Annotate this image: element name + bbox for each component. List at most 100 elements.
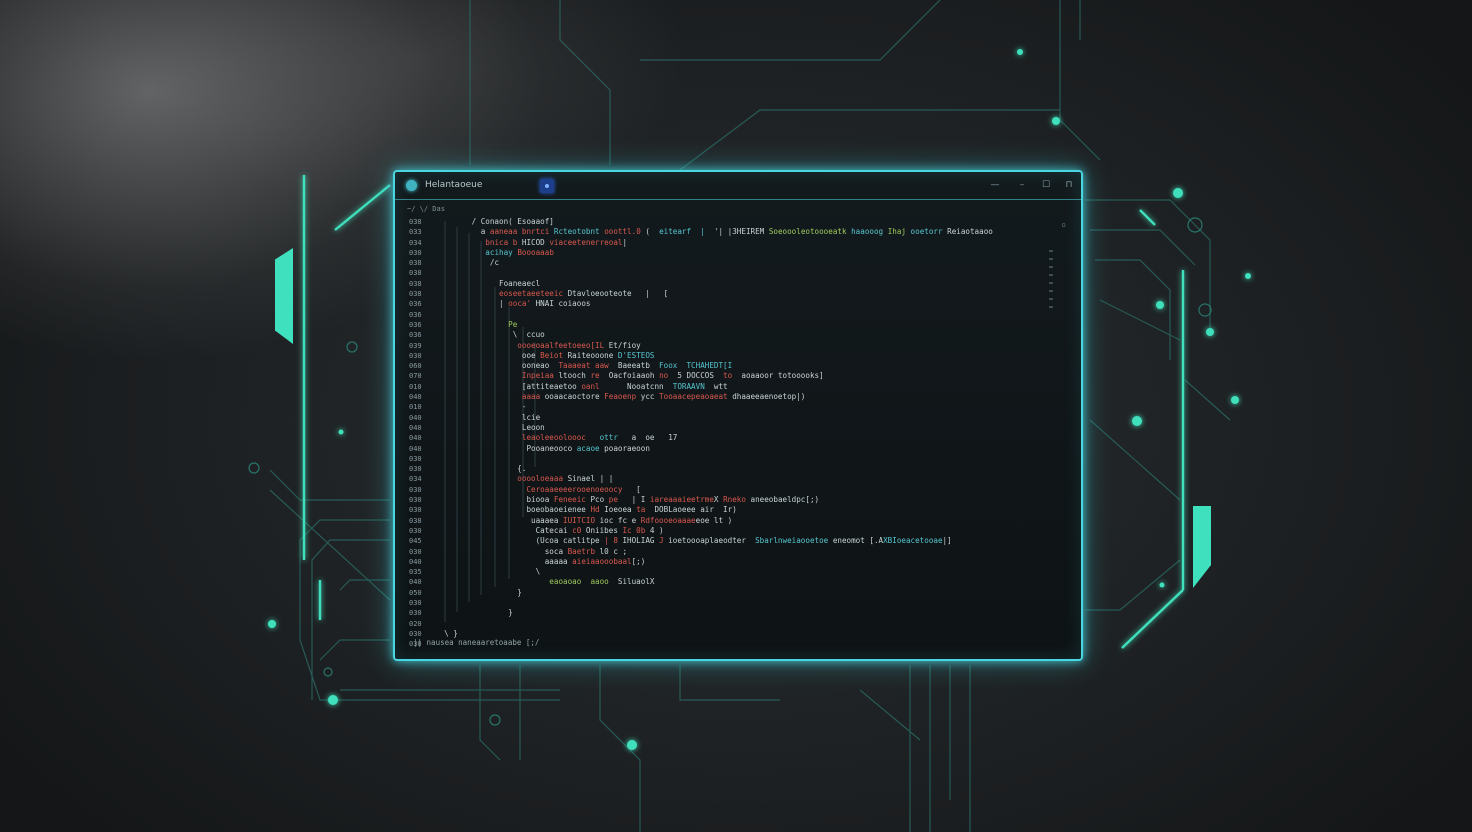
code-token: Sinael | | (567, 474, 614, 484)
code-editor-window[interactable]: Helantaoeue — – ☐ ⊓ ~/ \/ Das ▫ 038 033 03… (393, 170, 1083, 661)
code-token: ottr (599, 433, 632, 443)
minimize-button[interactable]: — (988, 179, 1002, 191)
code-token: Reiaotaaoo (947, 227, 993, 237)
title-bar[interactable]: Helantaoeue — – ☐ ⊓ (395, 172, 1081, 200)
code-line[interactable]: / Conaon( Esoaaof] (435, 217, 1075, 227)
code-line[interactable]: /c (435, 258, 1075, 268)
code-line[interactable]: acihay Boooaaab (435, 248, 1075, 258)
code-token: Dtavloeooteote | [ (567, 289, 669, 299)
code-line[interactable]: Pooaneooco acaoe poaoraeoon (435, 444, 1075, 454)
code-token: poaoraeoon (604, 443, 650, 453)
code-line[interactable]: Inpeiaa ltooch re Oacfoiaaoh no 5 DOCCOS… (435, 371, 1075, 381)
code-line[interactable]: lcie (435, 413, 1075, 423)
code-line[interactable] (435, 268, 1075, 278)
line-number: 040 (409, 423, 422, 432)
code-line[interactable]: - (435, 402, 1075, 412)
line-number: 070 (409, 372, 422, 381)
code-line[interactable]: Ceroaaeeeerooenoeoocy [ (435, 485, 1075, 495)
code-token: - (521, 402, 527, 412)
code-token: | (499, 299, 509, 309)
code-line[interactable]: boeobaoeienee Hd Ioeoea ta DOBLaoeee air… (435, 505, 1075, 515)
code-token: ioc fc e (599, 515, 641, 525)
code-line[interactable]: } (435, 608, 1075, 618)
line-number: 030 (409, 465, 422, 474)
code-line[interactable]: ooneao Taaaeat aaw Baeeatb Foox TCHAHEDT… (435, 361, 1075, 371)
code-line[interactable] (435, 598, 1075, 608)
code-token: DOBLaoeee (654, 505, 701, 515)
code-token: uaaaea (531, 515, 564, 525)
code-line[interactable]: aaaa ooaacaoctore Feaoenp ycc Tooaacepea… (435, 392, 1075, 402)
code-line[interactable] (435, 310, 1075, 320)
code-line[interactable]: ooe Beiot Raiteooone D'ESTEOS (435, 351, 1075, 361)
code-line[interactable]: \ (435, 567, 1075, 577)
code-line[interactable]: Pe (435, 320, 1075, 330)
code-line[interactable]: ooooloeaaa Sinael | | (435, 474, 1075, 484)
code-token: oooeoaalfeetoeeo[IL (517, 340, 609, 350)
code-token: Foaneaecl (499, 278, 541, 288)
code-token: Feaoenp (604, 392, 641, 402)
code-line[interactable]: eaoaoao aaoo SiluaolX (435, 577, 1075, 587)
code-line[interactable]: Leoon (435, 423, 1075, 433)
maximize-button[interactable]: ☐ (1039, 179, 1053, 191)
code-line[interactable]: aaaaa aieiaaooobaal[;) (435, 557, 1075, 567)
code-token: leaoleeooloooc (521, 433, 600, 443)
code-line[interactable]: } (435, 588, 1075, 598)
close-button[interactable]: ⊓ (1062, 179, 1076, 191)
code-line[interactable]: biooa Feneeic Pco pe | I iareaaaieetrmeX… (435, 495, 1075, 505)
code-token: ooneao (521, 361, 559, 371)
code-area[interactable]: / Conaon( Esoaaof] a aaneaa bnrtci Rcteo… (435, 217, 1075, 639)
minimap[interactable] (1049, 250, 1055, 314)
code-token: Boooaaab (517, 247, 554, 257)
code-line[interactable]: \ ccuo (435, 330, 1075, 340)
code-line[interactable] (435, 454, 1075, 464)
code-line[interactable]: a aaneaa bnrtci Rcteotobnt ooottl.0 ( ei… (435, 227, 1075, 237)
code-token: 4 ) (649, 525, 664, 535)
line-number: 040 (409, 578, 422, 587)
line-number: 040 (409, 557, 422, 566)
restore-button[interactable]: – (1015, 179, 1029, 191)
code-line[interactable]: soca Baetrb l0 c ; (435, 547, 1075, 557)
code-line[interactable]: bnica b HICOD viaceetenerreoal| (435, 238, 1075, 248)
code-token: soca (544, 546, 568, 556)
code-token: (Ucoa catlitpe (535, 536, 605, 546)
code-line[interactable] (435, 619, 1075, 629)
code-line[interactable]: eoseetaeeteeic Dtavloeooteote | [ (435, 289, 1075, 299)
code-token: aaaaa (544, 556, 573, 566)
code-token: ioetoooaplaeodter (668, 536, 756, 546)
code-line[interactable]: | ooca' HNAI coiaoos (435, 299, 1075, 309)
line-number: 038 (409, 290, 422, 299)
code-line[interactable]: {. (435, 464, 1075, 474)
line-number: 033 (409, 228, 422, 237)
code-token: Tooaacepeaoaeat (659, 392, 733, 402)
code-token: to (723, 371, 742, 381)
window-title[interactable]: Helantaoeue (425, 180, 482, 190)
code-token: Ihaj (887, 227, 911, 237)
code-token: l0 c ; (599, 546, 628, 556)
code-token: XBIoeacetooae (883, 536, 943, 546)
code-token: no (659, 371, 678, 381)
code-line[interactable]: oooeoaalfeetoeeo[IL Et/fioy (435, 341, 1075, 351)
code-line[interactable]: [attiteaetoo oanl Nooatcnn TORAAVN wtt (435, 382, 1075, 392)
code-line[interactable]: leaoleeooloooc ottr a oe 17 (435, 433, 1075, 443)
code-token: X (649, 577, 655, 587)
code-line[interactable]: (Ucoa catlitpe | 8 IHOLIAG J ioetoooapla… (435, 536, 1075, 546)
code-line[interactable]: Catecai c0 Oniibes Ic 0b 4 ) (435, 526, 1075, 536)
code-token: Nooatcnn (604, 381, 669, 391)
code-token: bnica b (485, 237, 522, 247)
code-line[interactable]: uaaaea IUITCIO ioc fc e Rdfoooeoaaaeeoe … (435, 516, 1075, 526)
code-token: | I (631, 495, 650, 505)
new-tab-icon[interactable] (540, 179, 554, 193)
code-token: | 8 (604, 536, 623, 546)
code-line[interactable]: Foaneaecl (435, 279, 1075, 289)
